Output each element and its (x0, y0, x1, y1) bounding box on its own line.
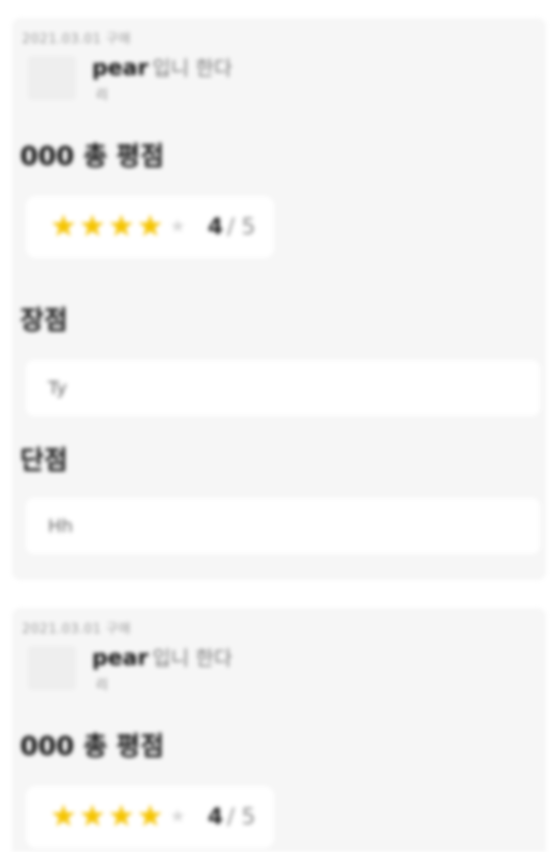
rating-value: 4/ 5 (208, 805, 256, 830)
rating-number: 4 (207, 804, 224, 830)
star-icon[interactable]: ★ (79, 212, 106, 242)
product-name[interactable]: pear 입니 한다 (92, 52, 232, 81)
product-name-suffix: 입니 한다 (152, 646, 233, 670)
rating-value: 4/ 5 (208, 215, 256, 240)
rating-unit: / 5 (227, 804, 256, 830)
star-icon[interactable]: ★ (170, 218, 186, 236)
product-name-text: pear (92, 56, 149, 81)
product-name-text: pear (92, 646, 149, 671)
star-icon[interactable]: ★ (50, 212, 77, 242)
pros-title: 장점 (20, 306, 68, 336)
cons-title: 단점 (20, 446, 68, 476)
rating-box: ★ ★ ★ ★ ★ 4/ 5 (26, 196, 274, 258)
review-meta: 2021.03.01 구매 (22, 32, 131, 47)
cons-text: Hh (26, 498, 540, 554)
overall-rating-title: 000 총 평점 (20, 732, 165, 762)
overall-rating-title: 000 총 평점 (20, 142, 165, 172)
product-name[interactable]: pear 입니 한다 (92, 642, 232, 671)
review-card: 2021.03.01 구매 pear 입니 한다 리 000 총 평점 ★ ★ ★… (12, 608, 546, 852)
star-icon[interactable]: ★ (108, 802, 135, 832)
star-icon[interactable]: ★ (50, 802, 77, 832)
product-sub: 리 (96, 678, 108, 693)
rating-box: ★ ★ ★ ★ ★ 4/ 5 (26, 786, 274, 848)
star-icon[interactable]: ★ (79, 802, 106, 832)
product-thumbnail[interactable] (28, 646, 76, 690)
product-name-suffix: 입니 한다 (152, 56, 233, 80)
review-card: 2021.03.01 구매 pear 입니 한다 리 000 총 평점 ★ ★ ★… (12, 18, 546, 580)
star-icon[interactable]: ★ (108, 212, 135, 242)
review-meta: 2021.03.01 구매 (22, 622, 131, 637)
star-icon[interactable]: ★ (137, 212, 164, 242)
star-icon[interactable]: ★ (137, 802, 164, 832)
product-thumbnail[interactable] (28, 56, 76, 100)
rating-unit: / 5 (227, 214, 256, 240)
review-list: 2021.03.01 구매 pear 입니 한다 리 000 총 평점 ★ ★ ★… (0, 0, 556, 852)
pros-text: Ty (26, 360, 540, 416)
rating-number: 4 (207, 214, 224, 240)
product-sub: 리 (96, 88, 108, 103)
star-icon[interactable]: ★ (170, 808, 186, 826)
